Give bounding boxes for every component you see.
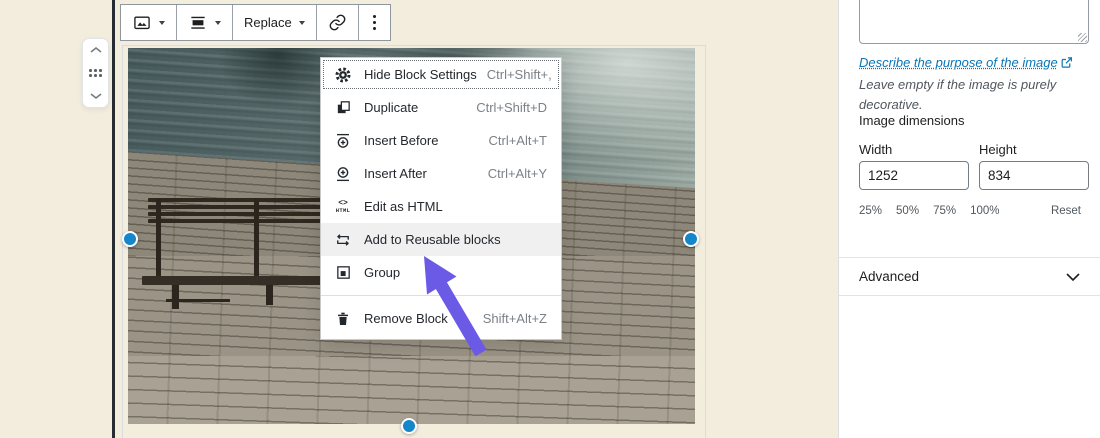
width-field[interactable]	[859, 161, 969, 190]
menu-item-insert-after[interactable]: Insert After Ctrl+Alt+Y	[321, 157, 561, 190]
replace-label: Replace	[244, 15, 292, 30]
panel-separator	[839, 295, 1100, 296]
menu-item-label: Group	[364, 265, 537, 280]
kebab-icon	[370, 15, 379, 30]
menu-item-label: Hide Block Settings	[364, 67, 477, 82]
advanced-label: Advanced	[859, 269, 919, 284]
advanced-panel-toggle[interactable]: Advanced	[839, 258, 1100, 295]
block-toolbar: Replace	[120, 4, 391, 41]
width-label: Width	[859, 142, 892, 157]
menu-item-label: Insert After	[364, 166, 478, 181]
scale-50-button[interactable]: 50%	[896, 205, 919, 217]
settings-sidebar: Describe the purpose of the image Leave e…	[838, 0, 1100, 438]
menu-item-shortcut: Shift+Alt+Z	[483, 311, 547, 326]
scale-75-button[interactable]: 75%	[933, 205, 956, 217]
block-type-button[interactable]	[121, 5, 177, 40]
scale-25-button[interactable]: 25%	[859, 205, 882, 217]
resize-handle-bottom[interactable]	[401, 418, 417, 434]
drag-handle[interactable]	[89, 69, 103, 78]
menu-item-insert-before[interactable]: Insert Before Ctrl+Alt+T	[321, 124, 561, 157]
trash-icon	[332, 311, 354, 327]
chevron-down-icon	[89, 92, 103, 100]
menu-item-edit-as-html[interactable]: <>HTML Edit as HTML	[321, 190, 561, 223]
height-field[interactable]	[979, 161, 1089, 190]
align-button[interactable]	[177, 5, 233, 40]
scale-100-button[interactable]: 100%	[970, 205, 999, 217]
menu-item-label: Remove Block	[364, 311, 473, 326]
menu-item-duplicate[interactable]: Duplicate Ctrl+Shift+D	[321, 91, 561, 124]
menu-item-label: Edit as HTML	[364, 199, 537, 214]
menu-item-shortcut: Ctrl+Shift+,	[487, 67, 552, 82]
menu-item-add-to-reusable-blocks[interactable]: Add to Reusable blocks	[321, 223, 561, 256]
image-block-icon	[132, 13, 152, 33]
menu-item-label: Duplicate	[364, 100, 466, 115]
move-down-button[interactable]	[89, 92, 103, 100]
menu-item-hide-block-settings[interactable]: Hide Block Settings Ctrl+Shift+,	[321, 58, 561, 91]
height-label: Height	[979, 142, 1017, 157]
chevron-up-icon	[89, 46, 103, 54]
block-options-menu: Hide Block Settings Ctrl+Shift+, Duplica…	[320, 57, 562, 340]
scale-buttons-row: 25% 50% 75% 100% Reset	[859, 205, 1081, 217]
align-icon	[188, 13, 208, 33]
reset-button[interactable]: Reset	[1051, 205, 1081, 217]
group-icon	[332, 264, 354, 281]
menu-item-shortcut: Ctrl+Alt+T	[488, 133, 547, 148]
gutenberg-editor: Replace Hide Block Settings Ctrl+Shift+,	[0, 0, 1100, 438]
editor-canvas-edge	[112, 0, 115, 438]
block-mover	[82, 38, 109, 108]
image-dimensions-title: Image dimensions	[859, 113, 965, 128]
insert-after-icon	[332, 165, 354, 183]
menu-item-label: Add to Reusable blocks	[364, 232, 537, 247]
resize-handle-left[interactable]	[122, 231, 138, 247]
move-up-button[interactable]	[89, 46, 103, 54]
chevron-down-icon	[215, 21, 221, 25]
alt-text-input[interactable]	[859, 0, 1089, 44]
insert-before-icon	[332, 132, 354, 150]
menu-item-shortcut: Ctrl+Alt+Y	[488, 166, 547, 181]
menu-item-group[interactable]: Group	[321, 256, 561, 289]
link-icon	[328, 13, 347, 32]
external-link-icon	[1060, 55, 1073, 75]
menu-item-label: Insert Before	[364, 133, 478, 148]
link-button[interactable]	[317, 5, 359, 40]
html-icon: <>HTML	[332, 200, 354, 214]
textarea-resize-grip[interactable]	[1078, 33, 1087, 42]
resize-handle-right[interactable]	[683, 231, 699, 247]
gear-icon	[332, 66, 354, 84]
duplicate-icon	[332, 99, 354, 116]
chevron-down-icon	[159, 21, 165, 25]
alt-text-help: Describe the purpose of the image Leave e…	[859, 53, 1093, 115]
reusable-block-icon	[332, 231, 354, 249]
menu-item-remove-block[interactable]: Remove Block Shift+Alt+Z	[321, 302, 561, 335]
menu-item-shortcut: Ctrl+Shift+D	[476, 100, 547, 115]
menu-separator	[321, 295, 561, 296]
alt-help-suffix: Leave empty if the image is purely decor…	[859, 77, 1056, 112]
more-options-button[interactable]	[359, 5, 390, 40]
chevron-down-icon	[1065, 272, 1081, 282]
replace-button[interactable]: Replace	[233, 5, 317, 40]
chevron-down-icon	[299, 21, 305, 25]
alt-purpose-link[interactable]: Describe the purpose of the image	[859, 55, 1058, 70]
